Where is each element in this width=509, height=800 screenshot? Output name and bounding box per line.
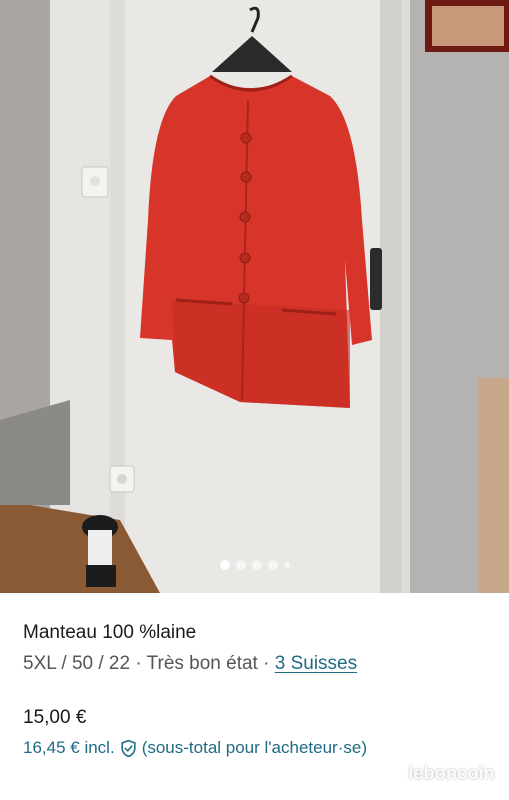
carousel-dot[interactable] <box>251 560 262 570</box>
listing-attributes: 5XL / 50 / 22 · Très bon état · 3 Suisse… <box>23 653 357 675</box>
shield-check-icon <box>121 739 136 757</box>
carousel-indicator[interactable] <box>0 560 509 570</box>
size-text: 5XL / 50 / 22 <box>23 653 131 674</box>
carousel-dot[interactable] <box>219 560 230 570</box>
carousel-dot[interactable] <box>235 560 246 570</box>
condition-text: Très bon état <box>146 653 258 674</box>
separator: · <box>135 653 147 674</box>
buyer-protection-price[interactable]: 16,45 € incl. (sous-total pour l'acheteu… <box>23 738 367 758</box>
listing-title: Manteau 100 %laine <box>23 622 197 643</box>
protected-note-text: (sous-total pour l'acheteur·se) <box>141 738 367 757</box>
coat-photo-illustration <box>0 0 509 593</box>
listing-info: Manteau 100 %laine 5XL / 50 / 22 · Très … <box>0 593 509 800</box>
price: 15,00 € <box>23 707 87 728</box>
carousel-dot[interactable] <box>267 560 278 570</box>
protected-price-text: 16,45 € incl. <box>23 738 115 757</box>
carousel-dot[interactable] <box>283 562 290 568</box>
listing-photo[interactable] <box>0 0 509 593</box>
separator: · <box>263 653 275 674</box>
leboncoin-watermark: leboncoin <box>408 763 495 783</box>
brand-link[interactable]: 3 Suisses <box>275 653 357 674</box>
